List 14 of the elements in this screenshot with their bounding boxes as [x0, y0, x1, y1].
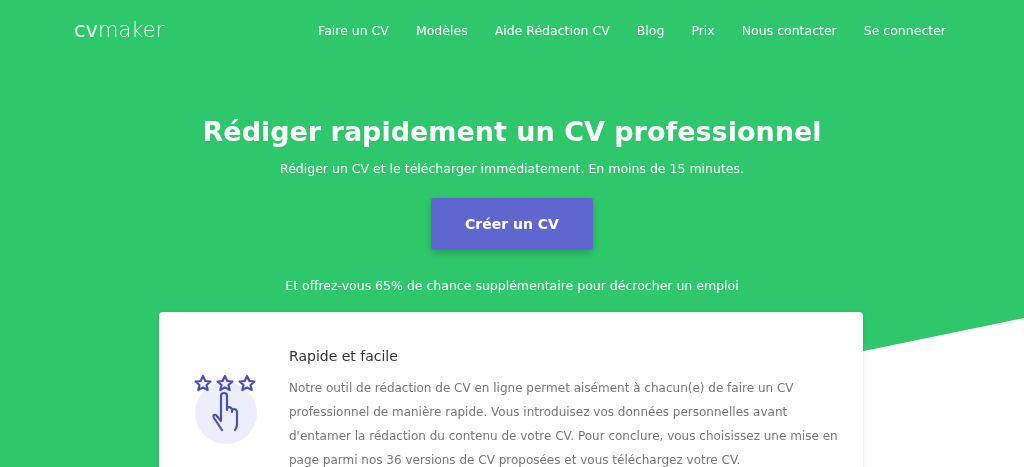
feature-text: Notre outil de rédaction de CV en ligne permet aisément à chacun(e) de faire un CV professionnel de manière rapide. Vous introduisez vos données personnelles avant d'entamer la rédaction du contenu de votre CV. Pour conclure, vous choisissez une mise en page parmi nos 36 versions de CV proposées et vous téléchargez votre CV.	[289, 380, 839, 467]
nav-link[interactable]: Blog	[636, 22, 665, 38]
create-cv-button[interactable]: Créer un CV	[431, 198, 593, 250]
tagline: Et offrez-vous 65% de chance supplémentaire pour décrocher un emploi	[285, 278, 739, 293]
nav-link[interactable]: Nous contacter	[741, 22, 837, 38]
hero-subtitle: Rédiger un CV et le télécharger immédiatement. En moins de 15 minutes.	[280, 161, 744, 176]
nav-link[interactable]: Faire un CV	[318, 22, 389, 38]
logo[interactable]: cvmaker	[74, 18, 165, 42]
hero-title: Rédiger rapidement un CV professionnel	[202, 116, 822, 147]
feature-title: Rapide et facile	[289, 348, 399, 364]
nav-link[interactable]: Se connecter	[863, 22, 946, 38]
nav-link[interactable]: Prix	[691, 22, 715, 38]
nav-link[interactable]: Aide Rédaction CV	[494, 22, 610, 38]
nav-link[interactable]: Modèles	[415, 22, 468, 38]
